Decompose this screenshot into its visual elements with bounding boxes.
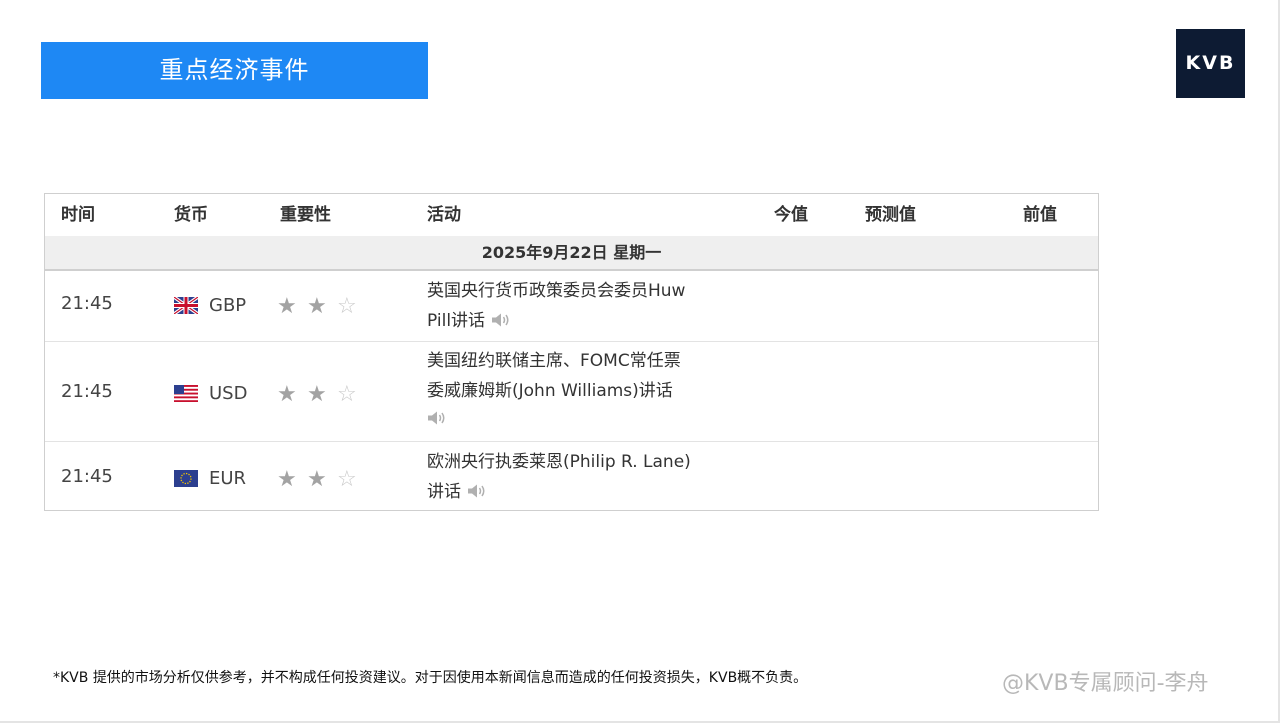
event-activity: 英国央行货币政策委员会委员Huw Pill讲话	[427, 276, 737, 336]
star-filled-icon: ★	[277, 294, 297, 319]
header-currency: 货币	[174, 205, 208, 225]
speaker-icon[interactable]	[427, 410, 447, 426]
table-row: 21:45 USD ★ ★ ☆ 美国纽约联储主席、FOMC常任票 委威廉姆斯(J…	[45, 342, 1098, 442]
currency-code: EUR	[209, 468, 247, 489]
currency-code: USD	[209, 383, 248, 404]
disclaimer-text: *KVB 提供的市场分析仅供参考，并不构成任何投资建议。对于因使用本新闻信息而造…	[53, 670, 808, 686]
currency-cell: EUR	[174, 468, 246, 489]
star-empty-icon: ☆	[337, 382, 357, 407]
eu-flag-icon	[174, 470, 198, 487]
event-time: 21:45	[61, 381, 113, 402]
table-header: 时间 货币 重要性 活动 今值 预测值 前值	[45, 194, 1098, 237]
importance-stars: ★ ★ ☆	[277, 469, 367, 491]
header-forecast: 预测值	[865, 205, 916, 225]
watermark: @KVB专属顾问-李舟	[1002, 671, 1209, 696]
event-activity: 欧洲央行执委莱恩(Philip R. Lane) 讲话	[427, 447, 737, 507]
date-row: 2025年9月22日 星期一	[45, 236, 1098, 271]
activity-line: 欧洲央行执委莱恩(Philip R. Lane)	[427, 452, 691, 472]
header-activity: 活动	[427, 205, 461, 225]
activity-line: 英国央行货币政策委员会委员Huw	[427, 281, 686, 301]
importance-stars: ★ ★ ☆	[277, 296, 367, 318]
table-row: 21:45 GBP ★ ★ ☆ 英国央行货币政策委员会委员Huw Pill讲话	[45, 271, 1098, 342]
header-actual: 今值	[774, 205, 808, 225]
event-time: 21:45	[61, 466, 113, 487]
currency-cell: USD	[174, 383, 247, 404]
star-filled-icon: ★	[277, 467, 297, 492]
header-importance: 重要性	[280, 205, 331, 225]
us-flag-icon	[174, 385, 198, 402]
star-filled-icon: ★	[277, 382, 297, 407]
star-filled-icon: ★	[307, 467, 327, 492]
star-empty-icon: ☆	[337, 294, 357, 319]
uk-flag-icon	[174, 297, 198, 314]
header-previous: 前值	[1023, 205, 1057, 225]
section-title-banner: 重点经济事件	[41, 42, 428, 99]
speaker-icon[interactable]	[467, 483, 487, 499]
activity-line: 讲话	[427, 482, 461, 502]
kvb-logo: KVB	[1176, 29, 1245, 98]
currency-cell: GBP	[174, 295, 246, 316]
event-time: 21:45	[61, 293, 113, 314]
table-row: 21:45 EUR ★ ★ ☆ 欧洲央行执委莱恩(Philip R. Lane)…	[45, 442, 1098, 510]
activity-line: 委威廉姆斯(John Williams)讲话	[427, 381, 673, 401]
speaker-icon[interactable]	[491, 312, 511, 328]
star-empty-icon: ☆	[337, 467, 357, 492]
activity-line: Pill讲话	[427, 311, 486, 331]
currency-code: GBP	[209, 295, 247, 316]
header-time: 时间	[61, 205, 95, 225]
star-filled-icon: ★	[307, 294, 327, 319]
economic-events-table: 时间 货币 重要性 活动 今值 预测值 前值 2025年9月22日 星期一 21…	[44, 193, 1099, 511]
activity-line: 美国纽约联储主席、FOMC常任票	[427, 351, 681, 371]
importance-stars: ★ ★ ☆	[277, 384, 367, 406]
star-filled-icon: ★	[307, 382, 327, 407]
event-activity: 美国纽约联储主席、FOMC常任票 委威廉姆斯(John Williams)讲话	[427, 346, 737, 426]
